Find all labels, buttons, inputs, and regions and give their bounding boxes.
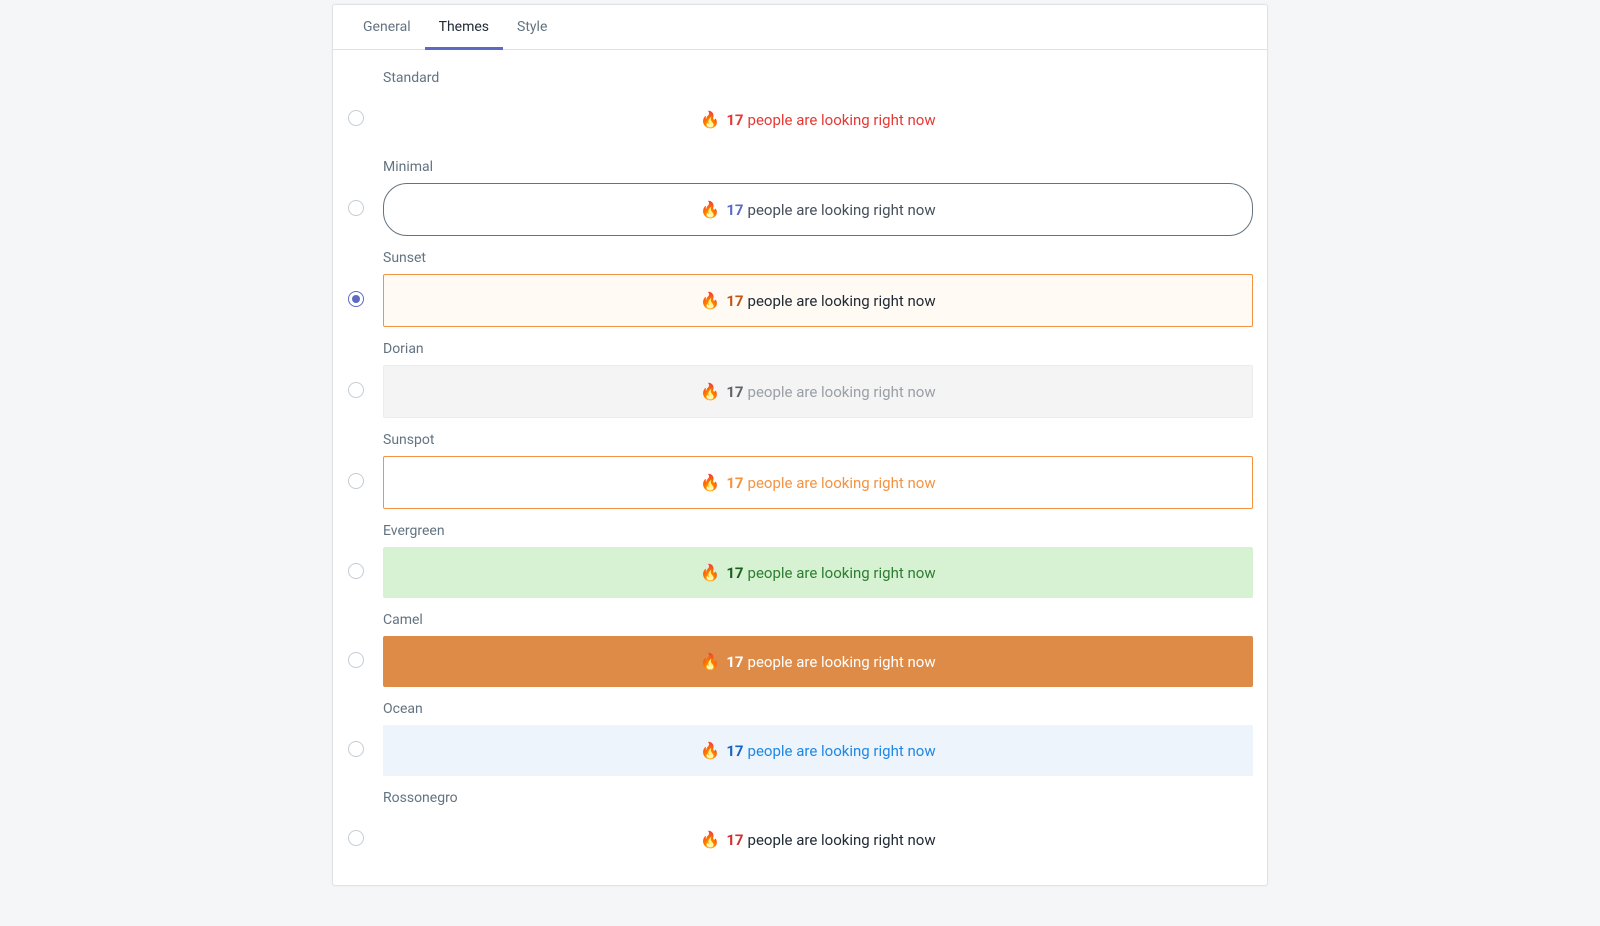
- viewer-count: 17: [726, 653, 743, 671]
- theme-preview-evergreen: 🔥 17 people are looking right now: [383, 547, 1253, 598]
- viewer-count: 17: [726, 742, 743, 760]
- fire-icon: 🔥: [700, 741, 720, 760]
- radio-ocean[interactable]: [348, 741, 364, 757]
- theme-row-minimal: Minimal 🔥 17 people are looking right now: [347, 159, 1253, 236]
- fire-icon: 🔥: [700, 110, 720, 129]
- fire-icon: 🔥: [700, 830, 720, 849]
- fire-icon: 🔥: [700, 563, 720, 582]
- theme-option-rossonegro[interactable]: Rossonegro 🔥 17 people are looking right n…: [383, 790, 1253, 865]
- settings-card: GeneralThemesStyle Standard 🔥 17 people ar…: [332, 4, 1268, 886]
- theme-preview-dorian: 🔥 17 people are looking right now: [383, 365, 1253, 418]
- theme-preview-ocean: 🔥 17 people are looking right now: [383, 725, 1253, 776]
- fire-icon: 🔥: [700, 382, 720, 401]
- viewer-count: 17: [726, 111, 743, 129]
- tab-themes[interactable]: Themes: [425, 5, 503, 50]
- theme-row-rossonegro: Rossonegro 🔥 17 people are looking right n…: [347, 790, 1253, 865]
- theme-option-dorian[interactable]: Dorian 🔥 17 people are looking right now: [383, 341, 1253, 418]
- viewer-tail: people are looking right now: [748, 474, 936, 492]
- theme-preview-standard: 🔥 17 people are looking right now: [383, 94, 1253, 145]
- theme-label: Sunspot: [383, 432, 1253, 448]
- tab-style[interactable]: Style: [503, 5, 561, 50]
- radio-evergreen[interactable]: [348, 563, 364, 579]
- theme-row-ocean: Ocean 🔥 17 people are looking right now: [347, 701, 1253, 776]
- theme-row-camel: Camel 🔥 17 people are looking right now: [347, 612, 1253, 687]
- theme-preview-sunset: 🔥 17 people are looking right now: [383, 274, 1253, 327]
- radio-dorian[interactable]: [348, 382, 364, 398]
- viewer-count: 17: [726, 383, 743, 401]
- viewer-count: 17: [726, 831, 743, 849]
- theme-label: Camel: [383, 612, 1253, 628]
- viewer-count: 17: [726, 292, 743, 310]
- radio-sunspot[interactable]: [348, 473, 364, 489]
- viewer-count: 17: [726, 564, 743, 582]
- theme-option-evergreen[interactable]: Evergreen 🔥 17 people are looking right no…: [383, 523, 1253, 598]
- fire-icon: 🔥: [700, 291, 720, 310]
- theme-preview-rossonegro: 🔥 17 people are looking right now: [383, 814, 1253, 865]
- theme-option-standard[interactable]: Standard 🔥 17 people are looking right now: [383, 70, 1253, 145]
- viewer-tail: people are looking right now: [748, 742, 936, 760]
- fire-icon: 🔥: [700, 200, 720, 219]
- tab-bar: GeneralThemesStyle: [333, 5, 1267, 50]
- theme-label: Evergreen: [383, 523, 1253, 539]
- viewer-tail: people are looking right now: [748, 292, 936, 310]
- theme-option-sunspot[interactable]: Sunspot 🔥 17 people are looking right now: [383, 432, 1253, 509]
- theme-row-dorian: Dorian 🔥 17 people are looking right now: [347, 341, 1253, 418]
- viewer-count: 17: [726, 474, 743, 492]
- theme-option-sunset[interactable]: Sunset 🔥 17 people are looking right now: [383, 250, 1253, 327]
- viewer-tail: people are looking right now: [748, 653, 936, 671]
- theme-label: Minimal: [383, 159, 1253, 175]
- viewer-tail: people are looking right now: [748, 383, 936, 401]
- radio-standard[interactable]: [348, 110, 364, 126]
- fire-icon: 🔥: [700, 473, 720, 492]
- theme-option-minimal[interactable]: Minimal 🔥 17 people are looking right now: [383, 159, 1253, 236]
- tab-general[interactable]: General: [349, 5, 425, 50]
- theme-option-camel[interactable]: Camel 🔥 17 people are looking right now: [383, 612, 1253, 687]
- theme-label: Ocean: [383, 701, 1253, 717]
- theme-row-evergreen: Evergreen 🔥 17 people are looking right no…: [347, 523, 1253, 598]
- theme-option-ocean[interactable]: Ocean 🔥 17 people are looking right now: [383, 701, 1253, 776]
- theme-row-standard: Standard 🔥 17 people are looking right now: [347, 70, 1253, 145]
- viewer-tail: people are looking right now: [748, 831, 936, 849]
- theme-preview-sunspot: 🔥 17 people are looking right now: [383, 456, 1253, 509]
- radio-sunset[interactable]: [348, 291, 364, 307]
- theme-preview-camel: 🔥 17 people are looking right now: [383, 636, 1253, 687]
- theme-label: Rossonegro: [383, 790, 1253, 806]
- themes-panel: Standard 🔥 17 people are looking right now…: [333, 50, 1267, 885]
- theme-label: Sunset: [383, 250, 1253, 266]
- viewer-tail: people are looking right now: [748, 201, 936, 219]
- theme-row-sunset: Sunset 🔥 17 people are looking right now: [347, 250, 1253, 327]
- viewer-count: 17: [726, 201, 743, 219]
- theme-label: Standard: [383, 70, 1253, 86]
- theme-label: Dorian: [383, 341, 1253, 357]
- theme-row-sunspot: Sunspot 🔥 17 people are looking right now: [347, 432, 1253, 509]
- radio-minimal[interactable]: [348, 200, 364, 216]
- radio-rossonegro[interactable]: [348, 830, 364, 846]
- radio-camel[interactable]: [348, 652, 364, 668]
- fire-icon: 🔥: [700, 652, 720, 671]
- theme-preview-minimal: 🔥 17 people are looking right now: [383, 183, 1253, 236]
- viewer-tail: people are looking right now: [748, 564, 936, 582]
- viewer-tail: people are looking right now: [748, 111, 936, 129]
